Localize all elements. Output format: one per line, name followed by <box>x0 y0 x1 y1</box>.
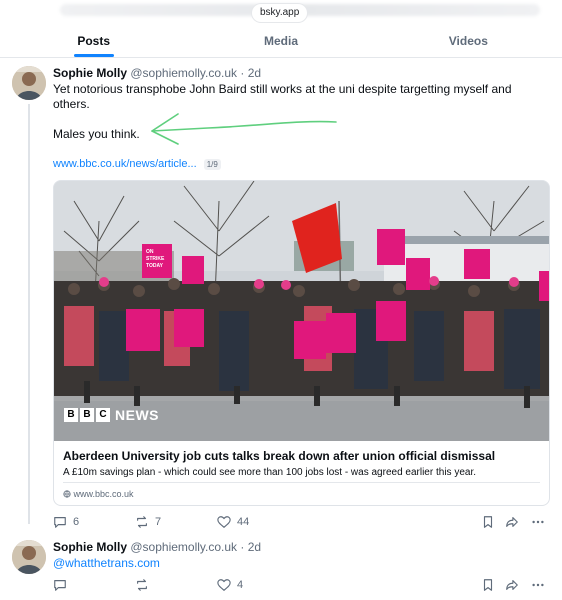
more-icon <box>532 520 544 524</box>
repost-count: 7 <box>155 516 162 528</box>
author-handle[interactable]: @sophiemolly.co.uk <box>130 66 237 80</box>
more-options-button[interactable] <box>531 513 545 531</box>
post-header: Sophie Molly @sophiemolly.co.uk · 2d <box>53 540 261 555</box>
repost-button[interactable] <box>135 576 155 594</box>
browser-top-bar: bsky.app <box>0 0 562 24</box>
bookmark-icon <box>483 579 493 591</box>
more-icon <box>532 583 544 587</box>
bookmark-button[interactable] <box>481 513 495 531</box>
like-count: 4 <box>237 579 244 591</box>
link-counter: 1/9 <box>203 159 221 170</box>
repost-icon <box>137 516 147 528</box>
repost-icon <box>137 579 147 591</box>
url-domain-pill[interactable]: bsky.app <box>252 4 308 22</box>
bbc-news-logo: B B C NEWS <box>64 407 159 423</box>
reply-button[interactable]: 6 <box>53 513 79 531</box>
post-text-line-1: Yet notorious transphobe John Baird stil… <box>53 82 512 96</box>
like-button[interactable]: 4 <box>217 576 243 594</box>
tab-videos[interactable]: Videos <box>375 28 562 57</box>
more-options-button[interactable] <box>531 576 545 594</box>
avatar[interactable] <box>12 540 46 574</box>
bookmark-icon <box>483 516 493 528</box>
author-name[interactable]: Sophie Molly <box>53 540 127 554</box>
share-icon <box>506 517 518 527</box>
strike-sign-text: TODAY <box>146 263 164 269</box>
post-text-line-2: others. <box>53 97 90 111</box>
share-button[interactable] <box>505 513 519 531</box>
link-row: www.bbc.co.uk/news/article... 1/9 <box>53 157 533 172</box>
post-link[interactable]: www.bbc.co.uk/news/article... <box>53 158 197 170</box>
post-actions: 4 <box>53 576 550 594</box>
bookmark-button[interactable] <box>481 576 495 594</box>
tab-media[interactable]: Media <box>187 28 374 57</box>
globe-icon <box>63 490 71 498</box>
post-actions: 6 7 44 <box>53 513 550 531</box>
strike-sign-text: STRIKE <box>146 256 165 262</box>
author-handle[interactable]: @sophiemolly.co.uk <box>130 540 237 554</box>
post-time[interactable]: · 2d <box>237 66 261 80</box>
card-description: A £10m savings plan - which could see mo… <box>63 467 476 478</box>
post-text: @whatthetrans.com <box>53 556 533 571</box>
card-domain: www.bbc.co.uk <box>63 489 134 499</box>
author-name[interactable]: Sophie Molly <box>53 66 127 80</box>
reply-icon <box>54 517 66 528</box>
link-card[interactable]: ON STRIKE TODAY B B C NEWS Aberdeen Univ… <box>53 180 550 506</box>
reply-button[interactable] <box>53 576 73 594</box>
card-domain-text: www.bbc.co.uk <box>73 489 134 499</box>
card-title[interactable]: Aberdeen University job cuts talks break… <box>63 449 495 463</box>
profile-tabs: Posts Media Videos <box>0 28 562 58</box>
avatar[interactable] <box>12 66 46 100</box>
repost-button[interactable]: 7 <box>135 513 161 531</box>
share-icon <box>506 580 518 590</box>
post-text-line-3: Males you think. <box>53 127 140 141</box>
thread-line <box>28 104 30 524</box>
reply-icon <box>54 580 66 591</box>
tab-posts[interactable]: Posts <box>0 28 187 57</box>
post-time[interactable]: · 2d <box>237 540 261 554</box>
like-icon <box>217 516 231 528</box>
reply-count: 6 <box>73 516 80 528</box>
like-count: 44 <box>237 516 250 528</box>
share-button[interactable] <box>505 576 519 594</box>
mention-link[interactable]: @whatthetrans.com <box>53 556 160 570</box>
card-image[interactable]: ON STRIKE TODAY B B C NEWS <box>54 181 549 441</box>
like-button[interactable]: 44 <box>217 513 249 531</box>
strike-sign-text: ON <box>146 249 154 255</box>
like-icon <box>217 579 231 591</box>
card-divider <box>63 482 540 483</box>
post-header: Sophie Molly @sophiemolly.co.uk · 2d <box>53 66 261 81</box>
